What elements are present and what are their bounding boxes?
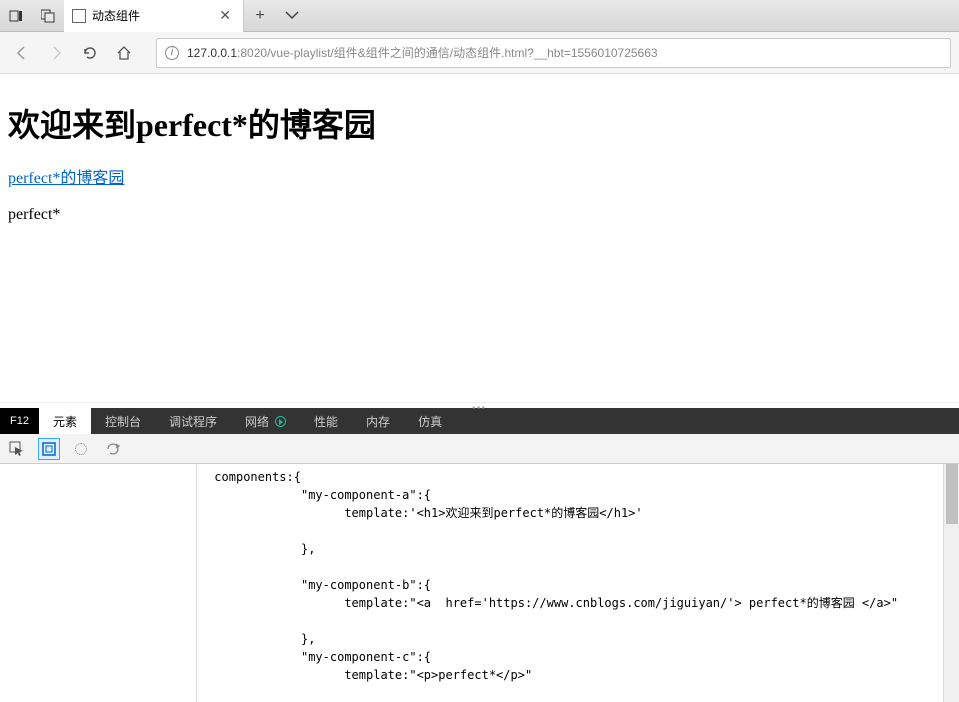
code-line[interactable]: }, [0, 540, 959, 558]
home-button[interactable] [110, 39, 138, 67]
tab-emulation[interactable]: 仿真 [404, 408, 456, 434]
page-heading: 欢迎来到perfect*的博客园 [8, 100, 951, 146]
tab-elements[interactable]: 元素 [39, 408, 91, 434]
forward-button[interactable] [42, 39, 70, 67]
close-tab-icon[interactable]: ✕ [215, 7, 235, 24]
code-line[interactable]: "my-component-a":{ [0, 486, 959, 504]
code-line[interactable]: "my-component-c":{ [0, 648, 959, 666]
page-paragraph: perfect* [8, 206, 951, 224]
refresh-button[interactable] [76, 39, 104, 67]
code-line[interactable] [0, 612, 959, 630]
tab-actions-icon[interactable] [276, 11, 308, 21]
code-line[interactable]: template:"<a href='https://www.cnblogs.c… [0, 594, 959, 612]
devtools-f12-label: F12 [0, 408, 39, 434]
code-line[interactable]: template:"<p>perfect*</p>" [0, 666, 959, 684]
tab-title: 动态组件 [92, 7, 140, 24]
info-icon[interactable]: i [165, 46, 179, 60]
tab-debugger[interactable]: 调试程序 [155, 408, 231, 434]
highlight-icon[interactable] [38, 438, 60, 460]
tab-list-icon[interactable] [32, 0, 64, 32]
page-content: 欢迎来到perfect*的博客园 perfect*的博客园 perfect* [0, 74, 959, 402]
tab-performance[interactable]: 性能 [300, 408, 352, 434]
browser-toolbar: i 127.0.0.1:8020/vue-playlist/组件&组件之间的通信… [0, 32, 959, 74]
blog-link[interactable]: perfect*的博客园 [8, 170, 124, 187]
tab-aside-icon[interactable] [0, 0, 32, 32]
code-line[interactable]: template:'<h1>欢迎来到perfect*的博客园</h1>' [0, 504, 959, 522]
code-line[interactable] [0, 684, 959, 702]
tab-network[interactable]: 网络 [231, 408, 300, 434]
new-tab-button[interactable]: + [244, 7, 276, 25]
code-line[interactable]: components:{ [0, 468, 959, 486]
browser-tab[interactable]: 动态组件 ✕ [64, 0, 244, 32]
tab-console[interactable]: 控制台 [91, 408, 155, 434]
vertical-scrollbar[interactable] [943, 464, 959, 702]
code-line[interactable]: }, [0, 630, 959, 648]
address-bar[interactable]: i 127.0.0.1:8020/vue-playlist/组件&组件之间的通信… [156, 38, 951, 68]
back-button[interactable] [8, 39, 36, 67]
spinner-icon[interactable] [70, 438, 92, 460]
code-line[interactable] [0, 522, 959, 540]
panel-gutter[interactable] [196, 464, 197, 702]
page-icon [72, 9, 86, 23]
record-icon [275, 416, 286, 427]
code-line[interactable]: "my-component-b":{ [0, 576, 959, 594]
devtools-toolbar [0, 434, 959, 464]
select-element-icon[interactable] [6, 438, 28, 460]
url-text: 127.0.0.1:8020/vue-playlist/组件&组件之间的通信/动… [187, 44, 658, 61]
refresh-tree-icon[interactable] [102, 438, 124, 460]
code-line[interactable] [0, 558, 959, 576]
devtools-source-panel[interactable]: components:{ "my-component-a":{ template… [0, 464, 959, 702]
window-titlebar: 动态组件 ✕ + [0, 0, 959, 32]
tab-memory[interactable]: 内存 [352, 408, 404, 434]
